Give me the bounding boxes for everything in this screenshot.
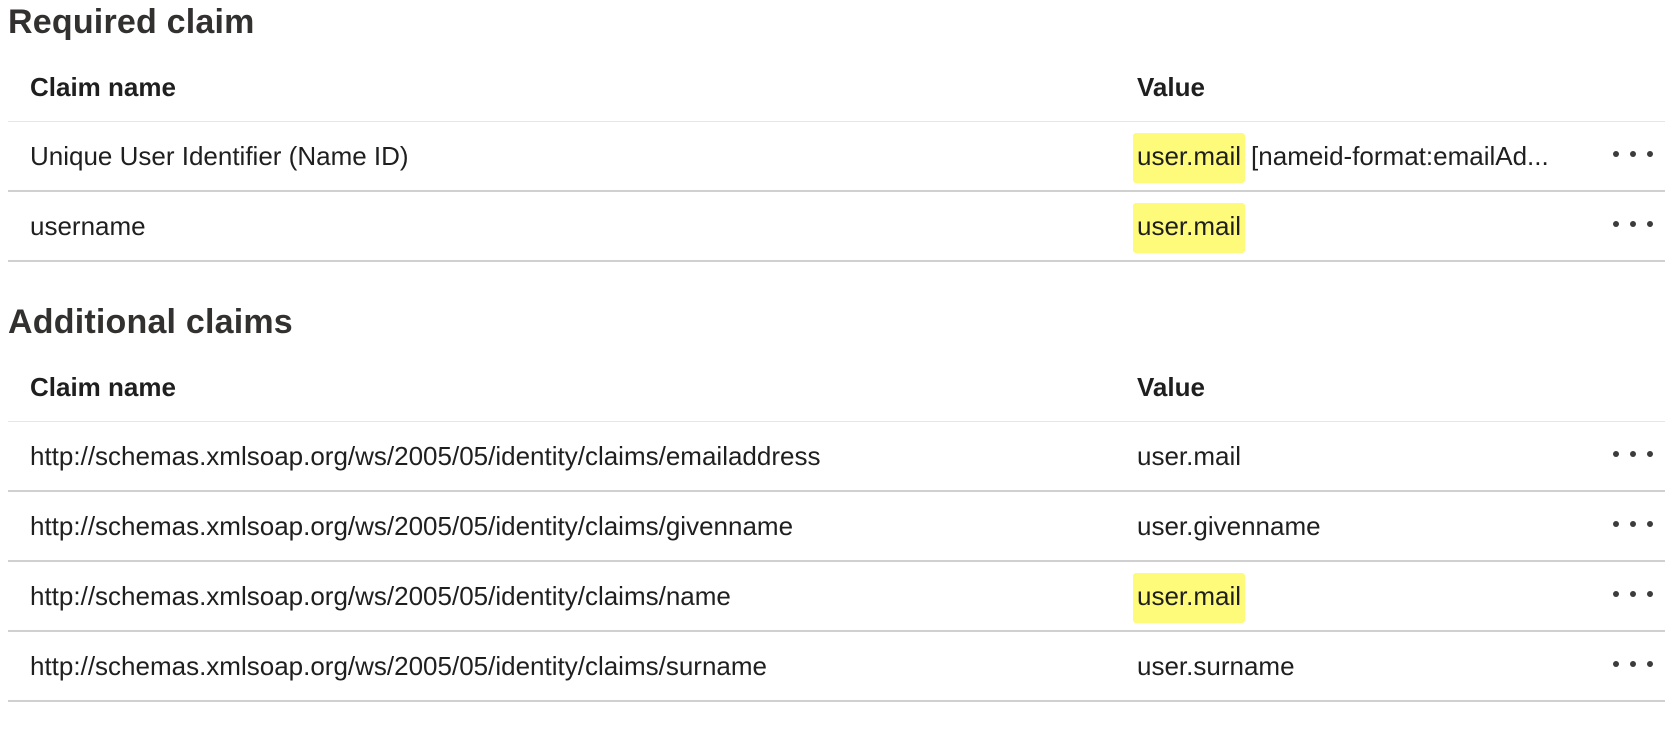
highlighted-value: user.mail bbox=[1133, 133, 1246, 183]
claim-name: Unique User Identifier (Name ID) bbox=[30, 141, 409, 171]
claim-value: user.surname bbox=[1137, 651, 1295, 681]
claim-value: user.givenname bbox=[1137, 511, 1321, 541]
claim-value: user.mail bbox=[1133, 562, 1246, 630]
additional-claims-table: Claim name Value http://schemas.xmlsoap.… bbox=[8, 352, 1665, 702]
claim-name-header: Claim name bbox=[30, 72, 176, 102]
required-claims-header: Claim name Value bbox=[8, 52, 1665, 122]
required-claim-title: Required claim bbox=[8, 3, 255, 41]
table-row[interactable]: http://schemas.xmlsoap.org/ws/2005/05/id… bbox=[8, 422, 1665, 492]
table-row[interactable]: username user.mail bbox=[8, 192, 1665, 262]
more-horizontal-icon[interactable] bbox=[1613, 214, 1653, 234]
claim-value: user.mail [nameid-format:emailAd... bbox=[1133, 122, 1549, 190]
highlighted-value: user.mail bbox=[1133, 573, 1246, 623]
table-row[interactable]: http://schemas.xmlsoap.org/ws/2005/05/id… bbox=[8, 492, 1665, 562]
more-horizontal-icon[interactable] bbox=[1613, 584, 1653, 604]
claims-page: Required claim Claim name Value Unique U… bbox=[0, 0, 1674, 746]
more-horizontal-icon[interactable] bbox=[1613, 514, 1653, 534]
value-header: Value bbox=[1137, 72, 1205, 102]
claim-name: username bbox=[30, 211, 146, 241]
value-header: Value bbox=[1137, 372, 1205, 402]
required-claims-table: Claim name Value Unique User Identifier … bbox=[8, 52, 1665, 262]
claim-value-suffix: [nameid-format:emailAd... bbox=[1251, 141, 1549, 171]
additional-claims-header: Claim name Value bbox=[8, 352, 1665, 422]
claim-name: http://schemas.xmlsoap.org/ws/2005/05/id… bbox=[30, 651, 768, 681]
claim-value: user.mail bbox=[1137, 441, 1242, 471]
more-horizontal-icon[interactable] bbox=[1613, 654, 1653, 674]
claim-name: http://schemas.xmlsoap.org/ws/2005/05/id… bbox=[30, 441, 821, 471]
claim-name-header: Claim name bbox=[30, 372, 176, 402]
table-row[interactable]: Unique User Identifier (Name ID) user.ma… bbox=[8, 122, 1665, 192]
additional-claims-title: Additional claims bbox=[8, 303, 293, 341]
table-row[interactable]: http://schemas.xmlsoap.org/ws/2005/05/id… bbox=[8, 632, 1665, 702]
table-row[interactable]: http://schemas.xmlsoap.org/ws/2005/05/id… bbox=[8, 562, 1665, 632]
claim-value: user.mail bbox=[1133, 192, 1246, 260]
more-horizontal-icon[interactable] bbox=[1613, 144, 1653, 164]
more-horizontal-icon[interactable] bbox=[1613, 444, 1653, 464]
claim-name: http://schemas.xmlsoap.org/ws/2005/05/id… bbox=[30, 511, 794, 541]
highlighted-value: user.mail bbox=[1133, 203, 1246, 253]
claim-name: http://schemas.xmlsoap.org/ws/2005/05/id… bbox=[30, 581, 731, 611]
